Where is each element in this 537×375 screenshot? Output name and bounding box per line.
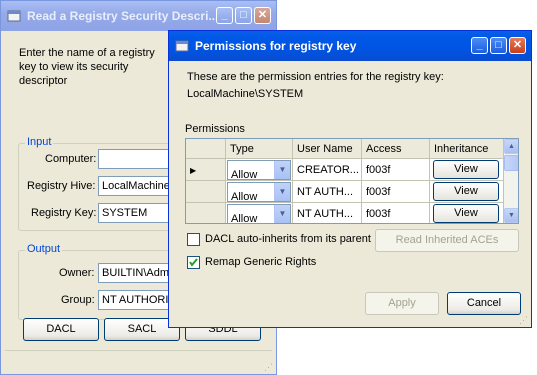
status-bar [5,350,272,371]
table-row-user-cell[interactable]: NT AUTH... [293,203,362,223]
permissions-label: Permissions [185,123,245,135]
column-header-type[interactable]: Type [226,139,293,159]
owner-label: Owner: [59,267,95,279]
intro-text: Enter the name of a registry key to view… [19,47,155,87]
apply-button[interactable]: Apply [365,292,439,315]
type-dropdown[interactable]: Allow ▼ [227,160,291,180]
output-group-label: Output [25,243,63,255]
row-header[interactable] [186,203,226,223]
remap-generic-rights-checkbox[interactable] [187,256,200,269]
view-inheritance-button[interactable]: View [433,182,499,201]
current-row-arrow-icon: ▶ [190,166,197,175]
row-header-corner [186,139,226,159]
dropdown-arrow-icon[interactable]: ▼ [274,183,290,201]
table-row-inheritance-cell: View [430,203,504,223]
dacl-autoinherits-checkbox[interactable] [187,233,200,246]
group-label: Group: [61,294,95,306]
table-row-access-cell[interactable]: f003f [362,159,430,181]
checkmark-icon [189,258,198,267]
back-window-title: Read a Registry Security Descri... [27,9,219,23]
resize-grip-icon[interactable]: ⋰ [264,362,274,372]
registry-key-path: LocalMachine\SYSTEM [187,88,304,100]
permissions-dialog: Permissions for registry key _ □ ✕ These… [168,30,532,328]
dacl-autoinherits-label[interactable]: DACL auto-inherits from its parent [205,233,371,245]
table-row-type-cell: Allow ▼ [226,159,293,181]
type-dropdown[interactable]: Allow ▼ [227,204,291,224]
scroll-down-icon[interactable]: ▼ [504,208,518,223]
dialog-description: These are the permission entries for the… [187,71,444,83]
table-row-access-cell[interactable]: f003f [362,181,430,203]
close-icon[interactable]: ✕ [509,37,526,54]
view-inheritance-button[interactable]: View [433,160,499,179]
vertical-scrollbar[interactable]: ▲ ▼ [504,139,518,223]
maximize-icon[interactable]: □ [490,37,507,54]
table-row-inheritance-cell: View [430,159,504,181]
type-dropdown[interactable]: Allow ▼ [227,182,291,202]
table-row-user-cell[interactable]: NT AUTH... [293,181,362,203]
table-row-inheritance-cell: View [430,181,504,203]
read-inherited-aces-button[interactable]: Read Inherited ACEs [375,229,519,252]
computer-label: Computer: [45,153,97,165]
row-header[interactable] [186,181,226,203]
app-icon [175,40,189,52]
table-row-type-cell: Allow ▼ [226,203,293,224]
minimize-icon[interactable]: _ [471,37,488,54]
dialog-window-controls: _ □ ✕ [471,37,526,54]
scroll-up-icon[interactable]: ▲ [504,139,518,154]
scroll-thumb[interactable] [504,155,518,171]
table-row-type-cell: Allow ▼ [226,181,293,203]
registry-hive-label: Registry Hive: [27,180,96,192]
column-header-user-name[interactable]: User Name [293,139,362,159]
input-group-label: Input [25,136,54,148]
dacl-button[interactable]: DACL [23,318,99,341]
type-value: Allow [231,169,258,181]
row-header[interactable]: ▶ [186,159,226,181]
type-value: Allow [231,213,258,224]
column-header-inheritance[interactable]: Inheritance [430,139,504,159]
back-window-controls: _ □ ✕ [216,7,271,24]
resize-grip-icon[interactable]: ⋰ [519,315,529,325]
app-icon [7,10,21,22]
minimize-icon[interactable]: _ [216,7,233,24]
type-value: Allow [231,191,258,203]
dropdown-arrow-icon[interactable]: ▼ [274,161,290,179]
permissions-grid[interactable]: Type User Name Access Inheritance ▶ Allo… [185,138,519,224]
close-icon[interactable]: ✕ [254,7,271,24]
dialog-title: Permissions for registry key [195,39,357,53]
registry-key-label: Registry Key: [31,207,97,219]
column-header-access[interactable]: Access [362,139,430,159]
dropdown-arrow-icon[interactable]: ▼ [274,205,290,223]
table-row-access-cell[interactable]: f003f [362,203,430,223]
remap-generic-rights-label[interactable]: Remap Generic Rights [205,256,316,268]
table-row-user-cell[interactable]: CREATOR... [293,159,362,181]
maximize-icon[interactable]: □ [235,7,252,24]
cancel-button[interactable]: Cancel [447,292,521,315]
view-inheritance-button[interactable]: View [433,204,499,223]
